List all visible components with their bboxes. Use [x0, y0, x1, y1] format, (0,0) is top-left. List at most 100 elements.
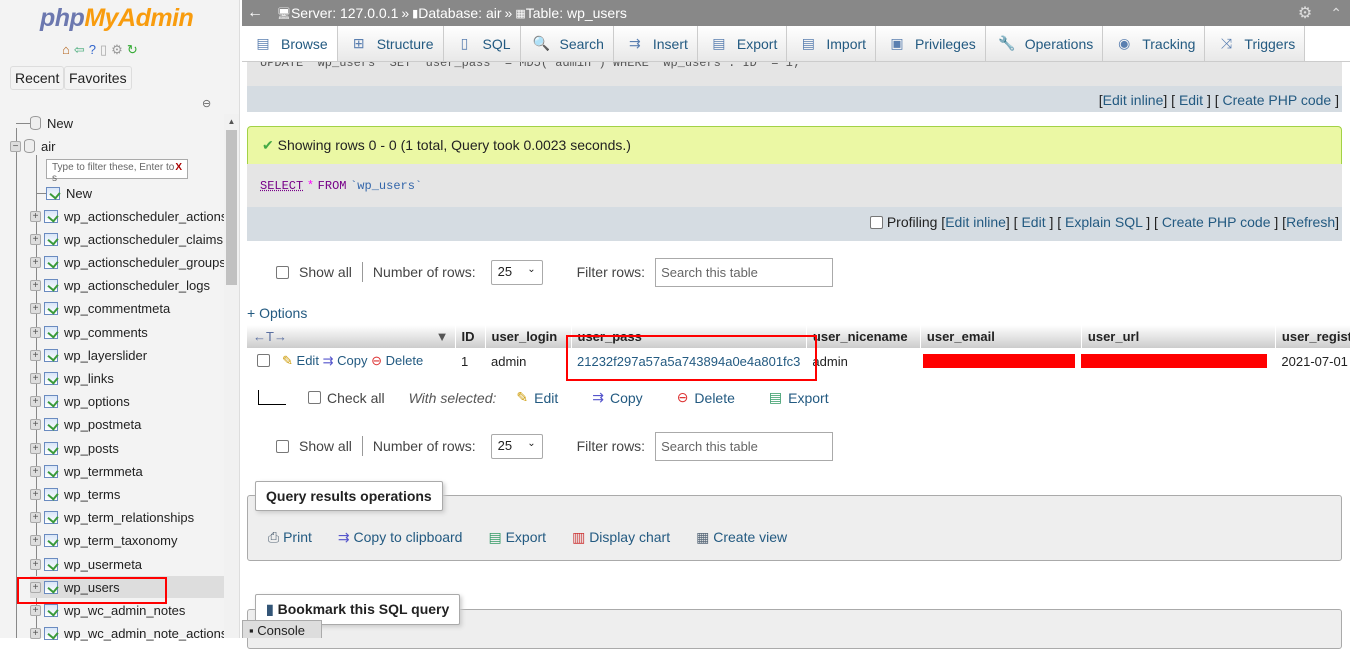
display-chart-button[interactable]: ▥ Display chart [572, 529, 670, 546]
sidebar-table-item[interactable]: + wp_options [30, 391, 254, 413]
column-controls[interactable]: ←T→ ▼ [247, 325, 456, 348]
edit-inline-link[interactable]: Edit inline [945, 214, 1006, 230]
create-view-button[interactable]: ▦ Create view [696, 529, 787, 546]
edit-link[interactable]: Edit [1179, 92, 1203, 108]
sidebar-table-item[interactable]: + wp_commentmeta [30, 298, 254, 320]
cell-user-nicename[interactable]: admin [806, 348, 920, 374]
tab-tracking[interactable]: ◉ Tracking [1103, 26, 1206, 61]
tab-triggers[interactable]: ⤨ Triggers [1205, 26, 1306, 61]
bulk-edit-button[interactable]: Edit [534, 390, 558, 406]
expand-icon[interactable]: + [30, 256, 41, 268]
number-of-rows-select[interactable]: 25 ⌄ [490, 259, 543, 285]
sidebar-scrollbar[interactable]: ▲ [224, 114, 239, 638]
expand-icon[interactable]: + [30, 326, 41, 338]
tree-item-db-air[interactable]: − air [10, 135, 234, 157]
tab-import[interactable]: ▤ Import [787, 26, 877, 61]
help-icon[interactable]: ? [89, 42, 96, 58]
favorites-button[interactable]: Favorites [64, 66, 132, 90]
link-icon[interactable]: ⊖ [202, 97, 211, 110]
row-delete-link[interactable]: Delete [386, 353, 424, 368]
row-checkbox[interactable] [257, 354, 270, 367]
cell-id[interactable]: 1 [455, 348, 485, 374]
expand-icon[interactable]: + [30, 512, 41, 524]
expand-icon[interactable]: + [30, 233, 41, 245]
cell-user-registered[interactable]: 2021-07-01 12 [1275, 348, 1350, 374]
logout-icon[interactable]: ⇦ [74, 42, 85, 58]
expand-icon[interactable]: + [30, 372, 41, 384]
expand-icon[interactable]: + [30, 465, 41, 477]
number-of-rows-select[interactable]: 25 ⌄ [490, 433, 543, 459]
collapse-icon[interactable]: − [10, 140, 21, 152]
collapse-top-icon[interactable]: ⌃ [1330, 5, 1342, 22]
export-button[interactable]: ▤ Export [488, 529, 546, 546]
reload-icon[interactable]: ↻ [127, 42, 138, 58]
collapse-sidebar-button[interactable]: ← [247, 4, 263, 22]
tab-operations[interactable]: 🔧 Operations [985, 26, 1104, 61]
breadcrumb-database[interactable]: Database: air [418, 5, 501, 21]
settings-icon[interactable]: ⚙ [1298, 3, 1312, 23]
console-toggle[interactable]: ▪ Console [242, 620, 322, 638]
refresh-link[interactable]: Refresh [1286, 214, 1335, 230]
show-all-checkbox[interactable] [276, 439, 289, 453]
expand-icon[interactable]: + [30, 280, 41, 292]
expand-icon[interactable]: + [30, 604, 41, 616]
expand-icon[interactable]: + [30, 349, 41, 361]
explain-sql-link[interactable]: Explain SQL [1065, 214, 1142, 230]
column-header-user-login[interactable]: user_login [485, 325, 572, 348]
print-button[interactable]: ⎙ Print [268, 529, 312, 546]
sidebar-table-item[interactable]: + wp_term_relationships [30, 507, 254, 529]
sort-dropdown-icon[interactable]: ▼ [436, 329, 449, 344]
expand-icon[interactable]: + [30, 488, 41, 500]
sidebar-table-item[interactable]: + wp_layerslider [30, 344, 254, 366]
breadcrumb-table[interactable]: Table: wp_users [526, 5, 627, 21]
sidebar-table-item[interactable]: + wp_usermeta [30, 553, 254, 575]
expand-icon[interactable]: + [30, 303, 41, 315]
sidebar-table-item[interactable]: + wp_actionscheduler_logs [30, 275, 254, 297]
tab-structure[interactable]: ⊞ Structure [337, 26, 444, 61]
show-all-checkbox[interactable] [276, 265, 289, 279]
tab-browse[interactable]: ▤ Browse [242, 26, 338, 61]
bulk-export-button[interactable]: Export [788, 390, 828, 406]
column-header-user-nicename[interactable]: user_nicename [806, 325, 921, 348]
sidebar-table-item[interactable]: + wp_actionscheduler_actions [30, 205, 254, 227]
sidebar-table-item[interactable]: + wp_links [30, 367, 254, 389]
sidebar-table-item[interactable]: + wp_postmeta [30, 414, 254, 436]
tab-sql[interactable]: ▯ SQL [443, 26, 521, 61]
filter-rows-input[interactable]: Search this table [655, 431, 834, 461]
tab-search[interactable]: 🔍 Search [520, 26, 614, 61]
row-copy-link[interactable]: Copy [337, 353, 367, 368]
bulk-copy-button[interactable]: Copy [610, 390, 643, 406]
scrollbar-thumb[interactable] [226, 130, 237, 285]
sidebar-table-item[interactable]: + wp_term_taxonomy [30, 530, 254, 552]
sidebar-table-item[interactable]: + wp_terms [30, 483, 254, 505]
cell-user-url[interactable] [1081, 348, 1275, 374]
expand-icon[interactable]: + [30, 419, 41, 431]
column-header-id[interactable]: ID [455, 325, 486, 348]
filter-rows-input[interactable]: Search this table [655, 257, 834, 287]
expand-icon[interactable]: + [30, 628, 41, 640]
column-header-user-url[interactable]: user_url [1081, 325, 1276, 348]
copy-to-clipboard-button[interactable]: ⇉ Copy to clipboard [338, 529, 463, 546]
column-header-user-email[interactable]: user_email [920, 325, 1082, 348]
edit-link[interactable]: Edit [1021, 214, 1045, 230]
breadcrumb-server[interactable]: Server: 127.0.0.1 [291, 5, 398, 21]
profiling-checkbox[interactable] [869, 216, 883, 229]
expand-icon[interactable]: + [30, 210, 41, 222]
expand-icon[interactable]: + [30, 442, 41, 454]
expand-icon[interactable]: + [30, 558, 41, 570]
navigation-filter-input[interactable]: Type to filter these, Enter to sX [46, 159, 188, 184]
row-edit-link[interactable]: Edit [297, 353, 319, 368]
sidebar-table-item[interactable]: + wp_comments [30, 321, 254, 343]
edit-inline-link[interactable]: Edit inline [1103, 92, 1164, 108]
sidebar-table-item[interactable]: + wp_actionscheduler_claims [30, 228, 254, 250]
expand-icon[interactable]: + [30, 396, 41, 408]
tree-item-new-db[interactable]: New [16, 112, 240, 134]
phpmyadmin-logo[interactable]: phpMyAdmin [40, 4, 194, 33]
recent-button[interactable]: Recent [10, 66, 65, 90]
clear-filter-button[interactable]: X [175, 162, 182, 176]
check-all-checkbox[interactable] [308, 391, 321, 404]
home-icon[interactable]: ⌂ [62, 42, 70, 58]
resize-arrows-icon[interactable]: ←T→ [253, 329, 287, 344]
cell-user-login[interactable]: admin [485, 348, 571, 374]
tab-privileges[interactable]: ▣ Privileges [876, 26, 986, 61]
